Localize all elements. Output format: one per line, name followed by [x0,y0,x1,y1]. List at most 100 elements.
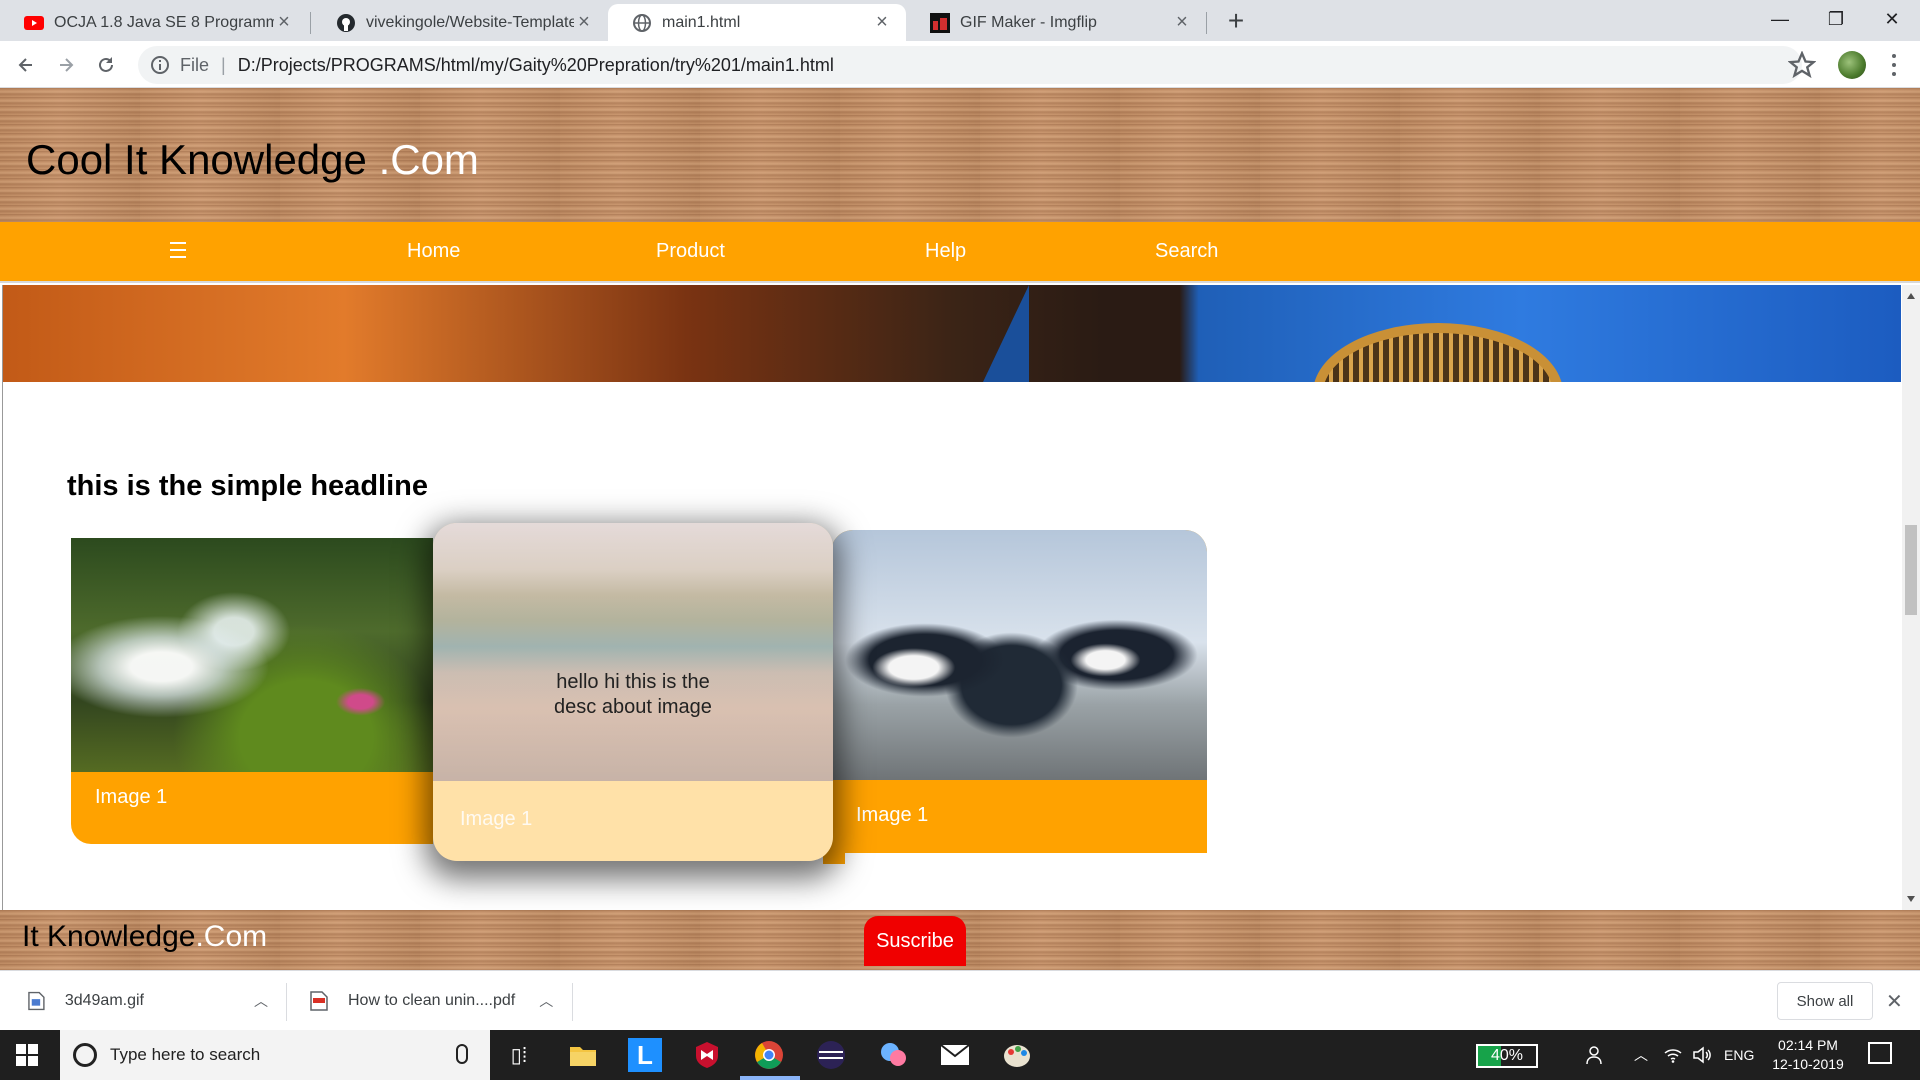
card-label: Image 1 [95,786,168,808]
download-item-pdf[interactable]: How to clean unin....pdf ︿ [310,971,560,1031]
eclipse-icon[interactable] [814,1038,848,1072]
paint-3d-icon[interactable] [876,1038,910,1072]
forward-button[interactable] [48,47,84,83]
download-filename: 3d49am.gif [64,992,144,1009]
lightshot-app-icon[interactable]: L [628,1038,662,1072]
nav-search[interactable]: Search [1155,240,1218,263]
footer-title: It Knowledge.Com [22,920,267,954]
chrome-icon[interactable] [752,1038,786,1072]
waterfall-image [71,538,433,772]
tab-github-website-template[interactable]: vivekingole/Website-Template: H × [312,4,608,41]
chevron-up-icon[interactable]: ︿ [254,991,268,1011]
site-title[interactable]: Cool It Knowledge .Com [26,136,479,184]
image-card-canyon-hovered[interactable]: hello hi this is the desc about image Im… [433,523,833,861]
youtube-icon [24,13,44,33]
image-card-penguins[interactable]: Image 1 [831,530,1207,853]
tab-title: main1.html [662,13,741,31]
file-explorer-icon[interactable] [566,1038,600,1072]
browser-menu-icon[interactable] [1884,51,1904,79]
battery-percent: 40% [1490,1047,1524,1064]
paint-icon[interactable] [1000,1038,1034,1072]
profile-avatar[interactable] [1838,51,1866,79]
taskbar-clock[interactable]: 02:14 PM 12-10-2019 [1760,1036,1856,1074]
scroll-thumb[interactable] [1905,525,1917,615]
close-window-button[interactable]: ✕ [1864,0,1920,38]
github-icon [336,13,356,33]
hero-shadow-wedge [983,285,1029,382]
gif-file-icon [28,991,45,1011]
tab-separator [1206,12,1207,34]
action-center-icon[interactable] [1868,1042,1892,1064]
scroll-down-icon[interactable] [1907,896,1915,902]
windows-start-icon[interactable] [16,1044,38,1066]
task-view-icon[interactable]: ▯⁞ [502,1038,536,1072]
new-tab-button[interactable]: + [1220,6,1252,38]
reload-icon [99,57,113,72]
url-text[interactable]: D:/Projects/PROGRAMS/html/my/Gaity%20Pre… [238,55,834,76]
maximize-button[interactable]: ❐ [1808,0,1864,38]
close-download-shelf-icon[interactable]: ✕ [1886,989,1903,1014]
penguins-image [831,530,1207,780]
wifi-icon[interactable] [1664,1030,1682,1080]
cortana-icon [73,1043,97,1067]
forward-arrow-icon [60,58,74,72]
card-label: Image 1 [856,804,929,826]
tab-main1-html[interactable]: main1.html × [608,4,906,41]
microphone-icon[interactable] [456,1044,468,1064]
tab-title: GIF Maker - Imgflip [960,13,1097,31]
chevron-up-icon[interactable]: ︿ [539,991,553,1011]
globe-icon [632,13,652,33]
windows-taskbar: Type here to search ▯⁞ L 40% ︿ ENG 02:14… [0,1030,1920,1080]
active-app-indicator [740,1076,800,1080]
imgflip-icon [930,12,950,33]
mcafee-icon[interactable] [690,1038,724,1072]
footer-title-main: It Knowledge [22,920,196,953]
tab-ocja-java[interactable]: OCJA 1.8 Java SE 8 Programmer × [0,4,308,41]
reload-button[interactable] [88,47,124,83]
tab-title: OCJA 1.8 Java SE 8 Programmer [54,13,274,31]
url-scheme-label: File [180,54,210,75]
scroll-up-icon[interactable] [1907,293,1915,299]
close-tab-icon[interactable]: × [1172,11,1192,34]
site-title-main: Cool It Knowledge [26,136,379,183]
close-tab-icon[interactable]: × [574,11,594,34]
card-description: hello hi this is the desc about image [554,671,712,718]
volume-icon[interactable] [1692,1030,1712,1080]
clock-time: 02:14 PM [1778,1037,1838,1053]
download-separator [286,983,287,1021]
battery-indicator[interactable]: 40% [1476,1044,1538,1068]
url-divider: | [221,54,226,75]
bookmark-star-icon[interactable] [1788,51,1816,79]
back-button[interactable] [8,47,44,83]
show-all-downloads-button[interactable]: Show all [1777,982,1873,1020]
page-scrollbar[interactable] [1902,285,1920,910]
tab-gif-maker-imgflip[interactable]: GIF Maker - Imgflip × [906,4,1206,41]
browser-tab-strip: OCJA 1.8 Java SE 8 Programmer × viveking… [0,0,1920,41]
site-header: Cool It Knowledge .Com [0,88,1920,222]
mail-icon[interactable] [938,1038,972,1072]
download-filename: How to clean unin....pdf [348,992,516,1009]
minimize-button[interactable]: — [1752,0,1808,38]
site-footer: It Knowledge.Com Suscribe [0,910,1920,970]
nav-home[interactable]: Home [407,240,460,263]
nav-product[interactable]: Product [656,240,725,263]
language-indicator[interactable]: ENG [1724,1030,1754,1080]
download-separator [572,983,573,1021]
hamburger-icon[interactable] [170,242,186,258]
tab-title: vivekingole/Website-Template: H [366,13,574,31]
tab-separator [310,12,311,34]
back-arrow-icon [18,58,32,72]
subscribe-button[interactable]: Suscribe [864,916,966,966]
address-bar[interactable]: File | D:/Projects/PROGRAMS/html/my/Gait… [138,46,1802,84]
close-tab-icon[interactable]: × [872,11,892,34]
browser-toolbar: File | D:/Projects/PROGRAMS/html/my/Gait… [0,41,1920,88]
people-icon[interactable] [1586,1030,1606,1080]
hero-banner-image [3,285,1901,382]
image-card-waterfall[interactable]: Image 1 [71,538,433,844]
download-item-gif[interactable]: 3d49am.gif ︿ [28,971,268,1031]
close-tab-icon[interactable]: × [274,11,294,34]
chevron-up-icon[interactable]: ︿ [1634,1030,1648,1080]
nav-help[interactable]: Help [925,240,966,263]
taskbar-search-box[interactable]: Type here to search [60,1030,490,1080]
canyon-river-image [433,523,833,781]
